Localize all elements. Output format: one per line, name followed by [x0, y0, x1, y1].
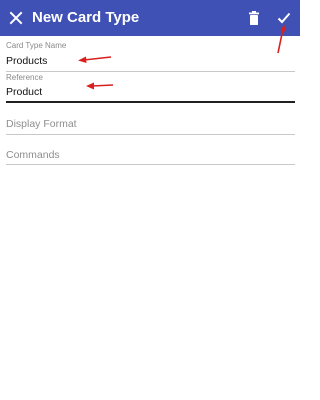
commands-placeholder[interactable]: Commands — [6, 149, 60, 161]
app-toolbar: New Card Type — [0, 0, 300, 36]
checkmark-icon — [277, 12, 291, 24]
delete-button[interactable] — [240, 0, 268, 36]
save-button[interactable] — [270, 0, 298, 36]
display-format-field[interactable]: Display Format — [6, 114, 295, 140]
commands-field[interactable]: Commands — [6, 145, 295, 171]
trash-icon — [249, 11, 259, 25]
reference-field[interactable]: Reference Product — [6, 72, 295, 106]
display-format-placeholder[interactable]: Display Format — [6, 118, 77, 130]
reference-value[interactable]: Product — [6, 86, 42, 98]
close-icon — [9, 11, 23, 25]
close-button[interactable] — [2, 0, 30, 36]
card-type-name-value[interactable]: Products — [6, 55, 47, 67]
page-title: New Card Type — [32, 9, 140, 26]
screen: New Card Type Card Type Name Products Re… — [0, 0, 300, 400]
card-type-name-field[interactable]: Card Type Name Products — [6, 38, 295, 74]
commands-underline — [6, 164, 295, 165]
reference-label: Reference — [6, 73, 43, 82]
reference-underline — [6, 101, 295, 103]
card-type-name-label: Card Type Name — [6, 41, 67, 50]
display-format-underline — [6, 134, 295, 135]
